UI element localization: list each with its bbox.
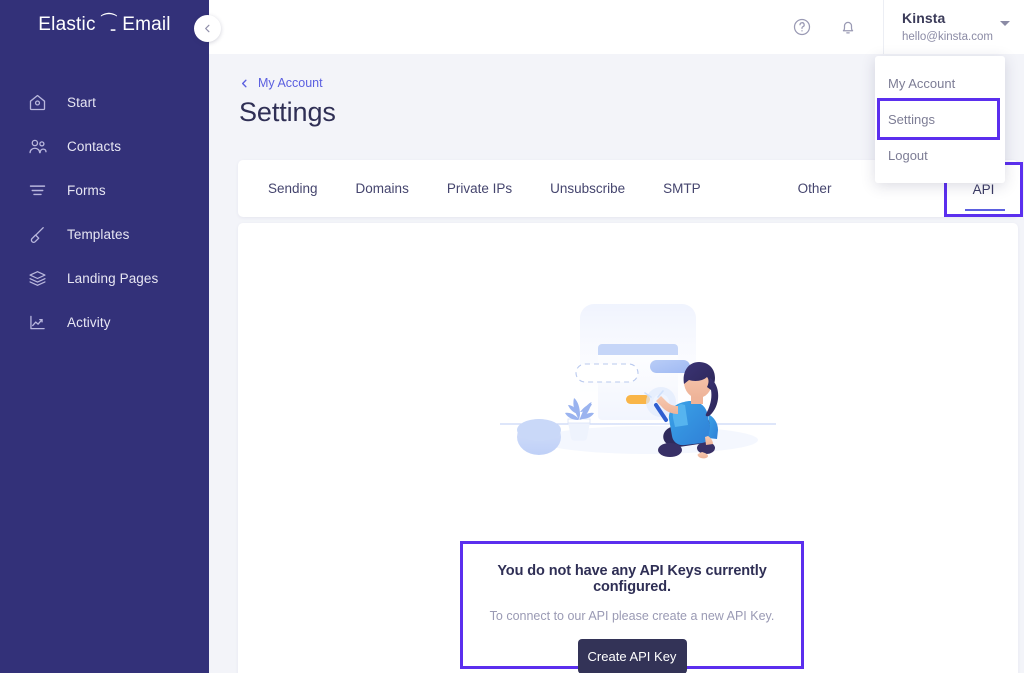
sidebar-collapse-button[interactable] [194, 15, 221, 42]
sidebar-item-forms[interactable]: Forms [0, 173, 209, 207]
tab-smtp[interactable]: SMTP [663, 181, 701, 196]
tab-domains[interactable]: Domains [356, 181, 409, 196]
top-bar: Kinsta hello@kinsta.com [209, 0, 1024, 54]
form-lines-icon [26, 179, 48, 201]
sidebar-item-label: Activity [67, 314, 111, 330]
empty-state-title: You do not have any API Keys currently c… [497, 563, 767, 595]
chevron-left-icon [202, 23, 213, 34]
user-dropdown-menu: My Account Settings Logout [875, 56, 1005, 183]
home-icon [26, 91, 48, 113]
sidebar-item-contacts[interactable]: Contacts [0, 129, 209, 163]
user-account-button[interactable]: Kinsta hello@kinsta.com [902, 10, 1024, 44]
create-api-key-button[interactable]: Create API Key [577, 639, 687, 673]
sidebar-item-label: Start [67, 94, 97, 110]
tab-unsubscribe[interactable]: Unsubscribe [550, 181, 625, 196]
chevron-left-icon [239, 78, 250, 89]
menu-item-logout[interactable]: Logout [875, 137, 1005, 173]
people-icon [26, 135, 48, 157]
sidebar-item-landing-pages[interactable]: Landing Pages [0, 261, 209, 295]
sidebar-item-label: Landing Pages [67, 270, 159, 286]
app-root: Elastic ⏜̱ Email Start Contacts Forms Te… [0, 0, 1024, 673]
breadcrumb[interactable]: My Account [239, 76, 323, 90]
tab-private-ips[interactable]: Private IPs [447, 181, 512, 196]
user-name: Kinsta [902, 10, 946, 27]
tab-other[interactable]: Other [798, 181, 832, 196]
chart-line-icon [26, 311, 48, 333]
breadcrumb-label: My Account [258, 76, 323, 90]
question-circle-icon[interactable] [791, 16, 813, 38]
layers-icon [26, 267, 48, 289]
brush-icon [26, 223, 48, 245]
menu-item-label: Logout [888, 147, 928, 163]
menu-item-settings[interactable]: Settings [877, 98, 1000, 140]
sidebar-item-activity[interactable]: Activity [0, 305, 209, 339]
menu-item-label: My Account [888, 75, 956, 91]
sidebar-nav: Start Contacts Forms Templates Landing P… [0, 85, 209, 349]
user-email: hello@kinsta.com [902, 30, 993, 43]
sidebar-item-label: Forms [67, 182, 106, 198]
api-panel: You do not have any API Keys currently c… [238, 223, 1018, 673]
brand-link-icon: ⏜̱ [100, 13, 118, 32]
sidebar-item-start[interactable]: Start [0, 85, 209, 119]
caret-down-icon [999, 21, 1010, 27]
sidebar-item-label: Templates [67, 226, 130, 242]
menu-item-my-account[interactable]: My Account [875, 65, 1005, 101]
brand-logo[interactable]: Elastic ⏜̱ Email [0, 13, 209, 36]
sidebar-item-label: Contacts [67, 138, 122, 154]
brand-name-part1: Elastic [38, 14, 96, 35]
empty-state-subtitle: To connect to our API please create a ne… [489, 609, 775, 623]
sidebar-item-templates[interactable]: Templates [0, 217, 209, 251]
woman-with-wand-illustration [498, 298, 778, 488]
bell-icon[interactable] [837, 16, 859, 38]
user-info: Kinsta hello@kinsta.com [902, 10, 993, 44]
menu-item-label: Settings [888, 111, 935, 127]
sidebar: Elastic ⏜̱ Email Start Contacts Forms Te… [0, 0, 209, 673]
topbar-divider [883, 0, 884, 54]
brand-name-part2: Email [122, 14, 171, 35]
tab-sending[interactable]: Sending [268, 181, 318, 196]
empty-state-box: You do not have any API Keys currently c… [460, 541, 804, 673]
